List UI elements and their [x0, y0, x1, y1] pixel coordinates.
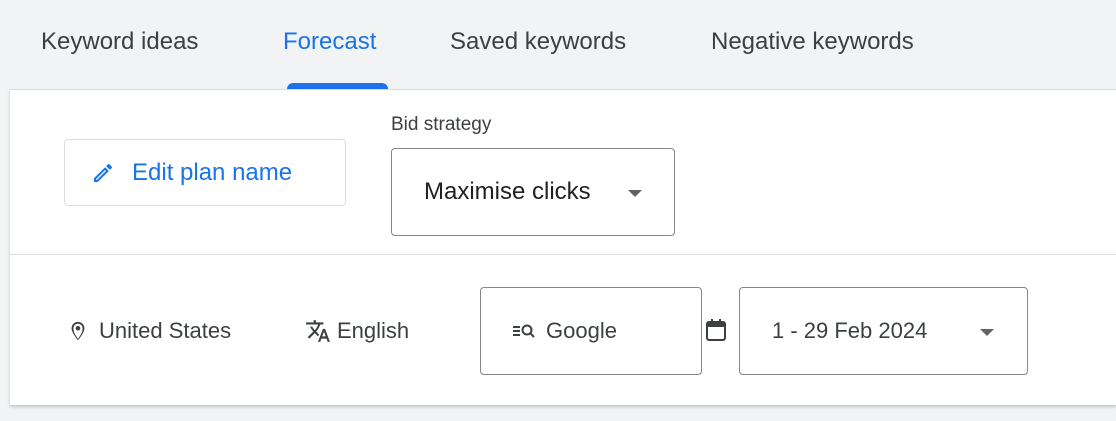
date-range-value: 1 - 29 Feb 2024: [772, 318, 928, 343]
pencil-icon: [94, 163, 113, 182]
tab-saved-keywords[interactable]: Saved keywords: [450, 28, 626, 56]
location-label: United States: [99, 318, 232, 343]
bid-strategy-select[interactable]: Maximise clicks: [391, 148, 675, 236]
tab-keyword-ideas[interactable]: Keyword ideas: [41, 28, 198, 56]
edit-plan-name-button[interactable]: Edit plan name: [64, 139, 346, 206]
caret-down-icon: [980, 329, 994, 336]
language-filter[interactable]: English: [305, 318, 409, 344]
tab-bar: Keyword ideas Forecast Saved keywords Ne…: [0, 0, 1116, 89]
bid-strategy-label: Bid strategy: [391, 114, 492, 135]
network-label: Google: [546, 318, 617, 343]
calendar-icon[interactable]: [705, 318, 727, 342]
language-label: English: [337, 318, 410, 343]
date-range-select[interactable]: 1 - 29 Feb 2024: [739, 287, 1028, 375]
location-pin-icon: [71, 321, 85, 341]
tab-negative-keywords[interactable]: Negative keywords: [711, 28, 914, 56]
forecast-panel: Edit plan name Bid strategy Maximise cli…: [10, 89, 1116, 405]
section-divider: [10, 254, 1116, 255]
network-filter[interactable]: Google: [480, 287, 702, 375]
translate-icon: [306, 320, 330, 342]
caret-down-icon: [628, 190, 642, 197]
location-filter[interactable]: United States: [67, 318, 231, 344]
search-network-icon: [513, 324, 535, 338]
tab-forecast[interactable]: Forecast: [283, 28, 376, 56]
bid-strategy-value: Maximise clicks: [424, 178, 591, 205]
edit-plan-name-label: Edit plan name: [132, 158, 293, 186]
